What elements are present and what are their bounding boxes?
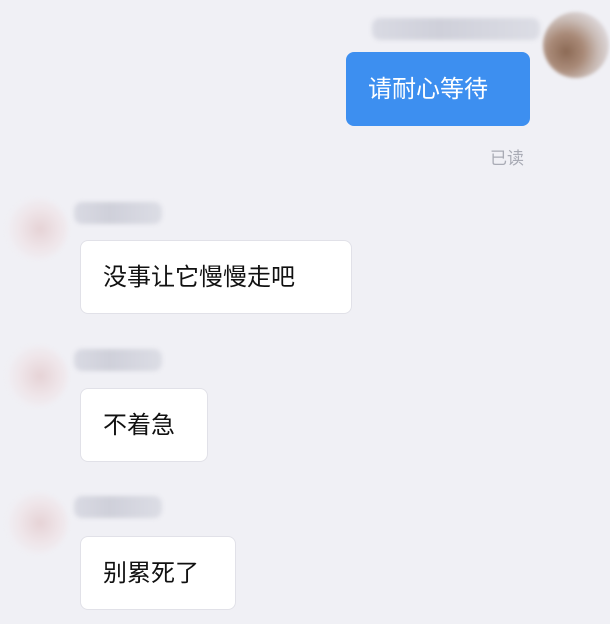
message-text: 不着急 <box>103 411 175 439</box>
sender-name-blurred <box>372 18 540 40</box>
read-receipt: 已读 <box>490 149 524 169</box>
contact-avatar[interactable] <box>6 198 68 260</box>
contact-avatar[interactable] <box>6 345 68 407</box>
message-text: 别累死了 <box>103 559 199 587</box>
contact-avatar[interactable] <box>6 492 68 554</box>
incoming-message-bubble[interactable]: 没事让它慢慢走吧 <box>80 240 352 314</box>
outgoing-message-bubble[interactable]: 请耐心等待 <box>346 52 530 126</box>
incoming-message-bubble[interactable]: 不着急 <box>80 388 208 462</box>
message-text: 没事让它慢慢走吧 <box>103 263 295 291</box>
message-text: 请耐心等待 <box>368 75 488 103</box>
self-avatar[interactable] <box>543 12 609 78</box>
contact-name-blurred <box>74 496 162 518</box>
chat-view: 请耐心等待 已读 没事让它慢慢走吧 不着急 别累死了 <box>0 0 610 624</box>
contact-name-blurred <box>74 202 162 224</box>
incoming-message-bubble[interactable]: 别累死了 <box>80 536 236 610</box>
contact-name-blurred <box>74 349 162 371</box>
